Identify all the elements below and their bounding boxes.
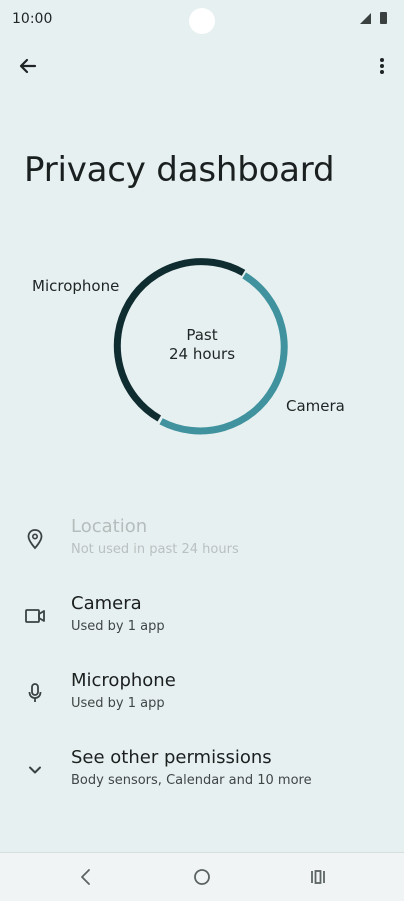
permission-item-camera[interactable]: Camera Used by 1 app xyxy=(0,583,404,649)
camera-cutout xyxy=(189,8,215,34)
more-options-button[interactable] xyxy=(368,52,396,80)
permission-title: Camera xyxy=(71,593,142,614)
more-vert-icon xyxy=(380,58,384,74)
permission-subtitle: Not used in past 24 hours xyxy=(71,542,239,557)
chevron-down-icon xyxy=(29,766,41,774)
see-other-permissions[interactable]: See other permissions Body sensors, Cale… xyxy=(0,737,404,803)
permission-item-location[interactable]: Location Not used in past 24 hours xyxy=(0,506,404,572)
chart-label-microphone: Microphone xyxy=(32,277,120,295)
chart-center-line1: Past xyxy=(186,326,218,344)
nav-recents-button[interactable] xyxy=(304,863,332,891)
battery-icon xyxy=(380,12,387,24)
nav-recents-icon xyxy=(311,870,325,884)
permission-subtitle: Used by 1 app xyxy=(71,619,165,634)
nav-back-button[interactable] xyxy=(72,863,100,891)
status-time: 10:00 xyxy=(12,11,53,27)
chart-label-camera: Camera xyxy=(286,397,345,415)
arrow-back-icon xyxy=(19,58,37,74)
permission-title: See other permissions xyxy=(71,747,272,768)
camera-icon xyxy=(25,609,45,623)
chart-center-line2: 24 hours xyxy=(168,345,236,363)
location-pin-icon xyxy=(27,529,43,550)
status-bar: 10:00 xyxy=(0,0,404,40)
permission-subtitle: Used by 1 app xyxy=(71,696,165,711)
chart-center-label: Past 24 hours xyxy=(142,326,262,364)
page-title: Privacy dashboard xyxy=(24,150,335,190)
nav-home-icon xyxy=(194,869,210,885)
navigation-bar xyxy=(0,852,404,901)
permission-item-microphone[interactable]: Microphone Used by 1 app xyxy=(0,660,404,726)
signal-icon xyxy=(360,13,371,24)
permission-title: Location xyxy=(71,516,148,537)
nav-back-icon xyxy=(81,869,90,885)
nav-home-button[interactable] xyxy=(188,863,216,891)
microphone-icon xyxy=(28,683,42,702)
back-button[interactable] xyxy=(14,52,42,80)
permission-title: Microphone xyxy=(71,670,176,691)
permission-subtitle: Body sensors, Calendar and 10 more xyxy=(71,773,312,788)
